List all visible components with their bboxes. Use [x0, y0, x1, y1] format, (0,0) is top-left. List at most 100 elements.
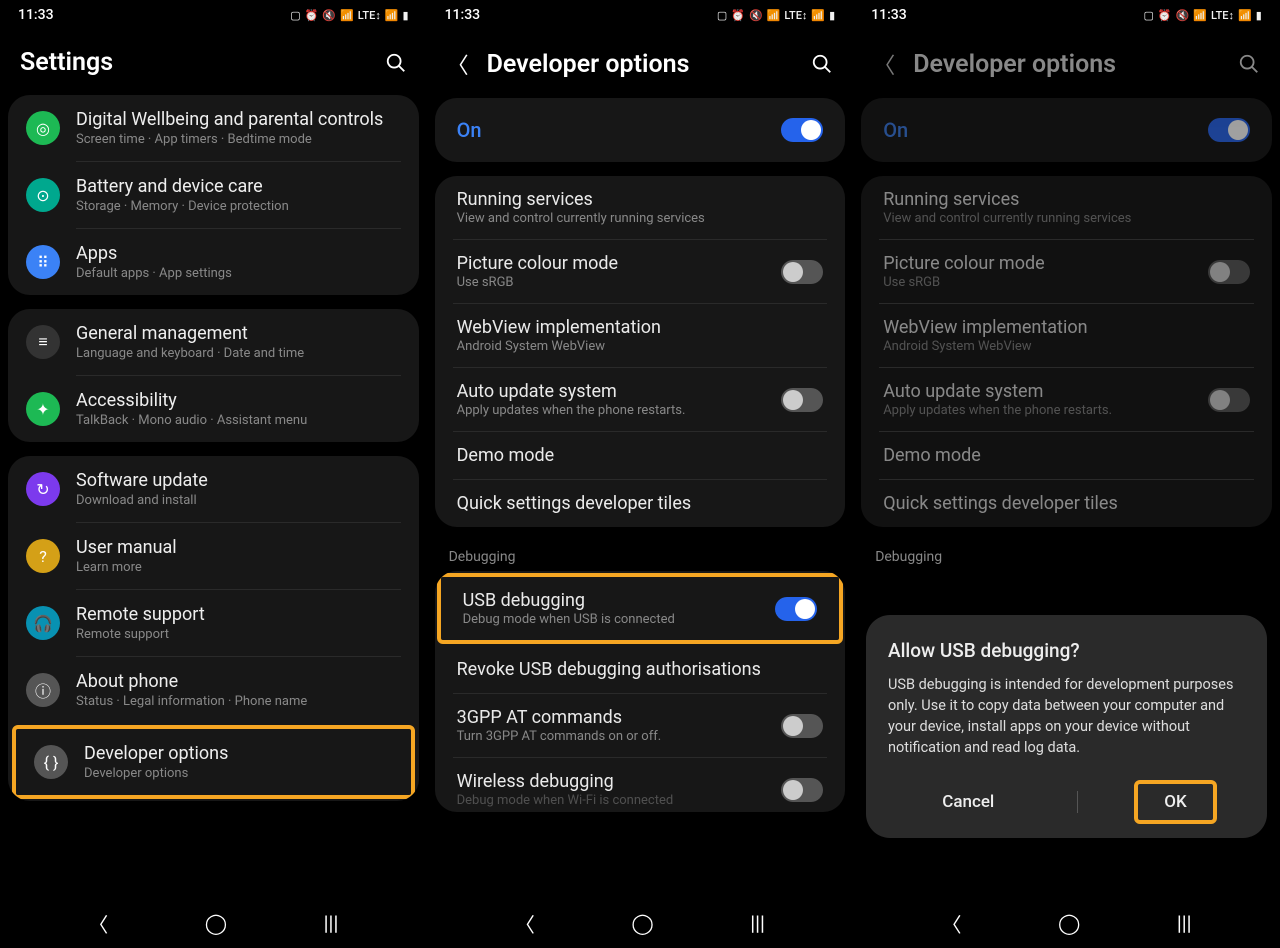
item-sub: Turn 3GPP AT commands on or off.	[457, 729, 768, 744]
item-sub: Developer options	[84, 766, 393, 781]
item-sub: Debug mode when USB is connected	[463, 612, 762, 627]
item-battery-device-care[interactable]: ⊙ Battery and device care Storage · Memo…	[8, 162, 419, 228]
phone-dev-options-dialog: 11:33 ▢⏰🔇📶LTE↕📶▮ 〈 Developer options On …	[853, 0, 1280, 948]
item-auto-update[interactable]: Auto update system Apply updates when th…	[435, 368, 846, 431]
nav-recents-icon[interactable]: |||	[750, 911, 765, 935]
item-demo-mode[interactable]: Demo mode	[435, 432, 846, 479]
mute-icon: 🔇	[749, 9, 763, 22]
header: 〈 Developer options	[427, 30, 854, 98]
item-digital-wellbeing[interactable]: ◎ Digital Wellbeing and parental control…	[8, 95, 419, 161]
item-title: Auto update system	[457, 381, 768, 402]
back-icon[interactable]: 〈	[873, 48, 895, 80]
status-time: 11:33	[871, 7, 907, 23]
nav-back-icon[interactable]: 〈	[515, 909, 535, 938]
page-title: Developer options	[913, 50, 1220, 79]
item-title: User manual	[76, 537, 401, 558]
item-3gpp-at[interactable]: 3GPP AT commands Turn 3GPP AT commands o…	[435, 694, 846, 757]
section-on: On	[435, 98, 846, 162]
item-title: General management	[76, 323, 401, 344]
back-icon[interactable]: 〈	[447, 48, 469, 80]
dialog-body: USB debugging is intended for developmen…	[888, 674, 1245, 758]
nav-recents-icon[interactable]: |||	[1177, 911, 1192, 935]
header: Settings	[0, 30, 427, 95]
item-title: Battery and device care	[76, 176, 401, 197]
nav-bar: 〈 ◯ |||	[0, 898, 427, 948]
item-running-services[interactable]: Running services View and control curren…	[435, 176, 846, 239]
battery-level-icon: ▮	[829, 9, 835, 22]
item-quick-settings-tiles[interactable]: Quick settings developer tiles	[435, 480, 846, 527]
item-picture-colour-mode[interactable]: Picture colour mode Use sRGB	[435, 240, 846, 303]
dialog-title: Allow USB debugging?	[888, 639, 1245, 662]
item-title: 3GPP AT commands	[457, 707, 768, 728]
item-sub: View and control currently running servi…	[457, 211, 824, 226]
toggle-3gpp[interactable]	[781, 714, 823, 738]
nav-home-icon[interactable]: ◯	[631, 911, 653, 935]
manual-icon: ?	[26, 539, 60, 573]
toggle-auto-update[interactable]	[781, 388, 823, 412]
wifi-icon: 📶	[1193, 9, 1207, 22]
toggle-picture-colour[interactable]	[781, 260, 823, 284]
nav-home-icon[interactable]: ◯	[205, 911, 227, 935]
battery-icon: ▢	[1143, 9, 1153, 22]
lte-icon: LTE↕	[1211, 9, 1234, 22]
item-general-management[interactable]: ≡ General management Language and keyboa…	[8, 309, 419, 375]
master-toggle-row[interactable]: On	[435, 98, 846, 162]
search-icon[interactable]	[1238, 53, 1260, 75]
ok-button[interactable]: OK	[1134, 780, 1216, 824]
item-about-phone[interactable]: ⓘ About phone Status · Legal information…	[8, 657, 419, 723]
item-title: Picture colour mode	[457, 253, 768, 274]
item-title: Revoke USB debugging authorisations	[457, 659, 824, 680]
page-title: Developer options	[487, 50, 794, 79]
search-icon[interactable]	[811, 53, 833, 75]
phone-settings: 11:33 ▢⏰🔇📶LTE↕📶▮ Settings ◎ Digital Well…	[0, 0, 427, 948]
dev-content: On Running services View and control cur…	[427, 98, 854, 898]
support-icon: 🎧	[26, 606, 60, 640]
wifi-icon: 📶	[340, 9, 354, 22]
item-title: Accessibility	[76, 390, 401, 411]
item-wireless-debugging[interactable]: Wireless debugging Debug mode when Wi-Fi…	[435, 758, 846, 812]
signal-icon: 📶	[1238, 9, 1252, 22]
item-remote-support[interactable]: 🎧 Remote support Remote support	[8, 590, 419, 656]
section-dev-general: Running services View and control curren…	[435, 176, 846, 527]
lte-icon: LTE↕	[358, 9, 381, 22]
nav-back-icon[interactable]: 〈	[88, 909, 108, 938]
dialog-buttons: Cancel OK	[888, 780, 1245, 824]
accessibility-icon: ✦	[26, 392, 60, 426]
alarm-icon: ⏰	[305, 9, 319, 22]
item-user-manual[interactable]: ? User manual Learn more	[8, 523, 419, 589]
status-bar: 11:33 ▢⏰🔇📶LTE↕📶▮	[0, 0, 427, 30]
toggle-wireless-debugging[interactable]	[781, 778, 823, 802]
item-developer-options[interactable]: { } Developer options Developer options	[12, 725, 415, 799]
item-revoke-usb-auth[interactable]: Revoke USB debugging authorisations	[435, 646, 846, 693]
item-sub: Apply updates when the phone restarts.	[457, 403, 768, 418]
search-icon[interactable]	[385, 52, 407, 74]
item-sub: Remote support	[76, 627, 401, 642]
item-title: Demo mode	[457, 445, 824, 466]
nav-recents-icon[interactable]: |||	[324, 911, 339, 935]
item-sub: Download and install	[76, 493, 401, 508]
battery-icon: ▢	[290, 9, 300, 22]
apps-icon: ⠿	[26, 245, 60, 279]
dialog-sep	[1077, 791, 1078, 813]
toggle-usb-debugging[interactable]	[775, 597, 817, 621]
item-title: Running services	[457, 189, 824, 210]
update-icon: ↻	[26, 472, 60, 506]
item-usb-debugging[interactable]: USB debugging Debug mode when USB is con…	[437, 573, 844, 644]
item-sub: Storage · Memory · Device protection	[76, 199, 401, 214]
settings-content: ◎ Digital Wellbeing and parental control…	[0, 95, 427, 898]
item-sub: Android System WebView	[457, 339, 824, 354]
nav-back-icon[interactable]: 〈	[941, 909, 961, 938]
item-title: Wireless debugging	[457, 771, 768, 792]
cancel-button[interactable]: Cancel	[916, 784, 1020, 820]
item-accessibility[interactable]: ✦ Accessibility TalkBack · Mono audio · …	[8, 376, 419, 442]
item-software-update[interactable]: ↻ Software update Download and install	[8, 456, 419, 522]
nav-home-icon[interactable]: ◯	[1058, 911, 1080, 935]
master-toggle[interactable]	[781, 118, 823, 142]
item-apps[interactable]: ⠿ Apps Default apps · App settings	[8, 229, 419, 295]
item-webview[interactable]: WebView implementation Android System We…	[435, 304, 846, 367]
item-sub: Status · Legal information · Phone name	[76, 694, 401, 709]
battery-level-icon: ▮	[1256, 9, 1262, 22]
general-icon: ≡	[26, 325, 60, 359]
status-bar: 11:33 ▢⏰🔇📶LTE↕📶▮	[853, 0, 1280, 30]
status-icons: ▢⏰🔇📶LTE↕📶▮	[290, 9, 408, 22]
